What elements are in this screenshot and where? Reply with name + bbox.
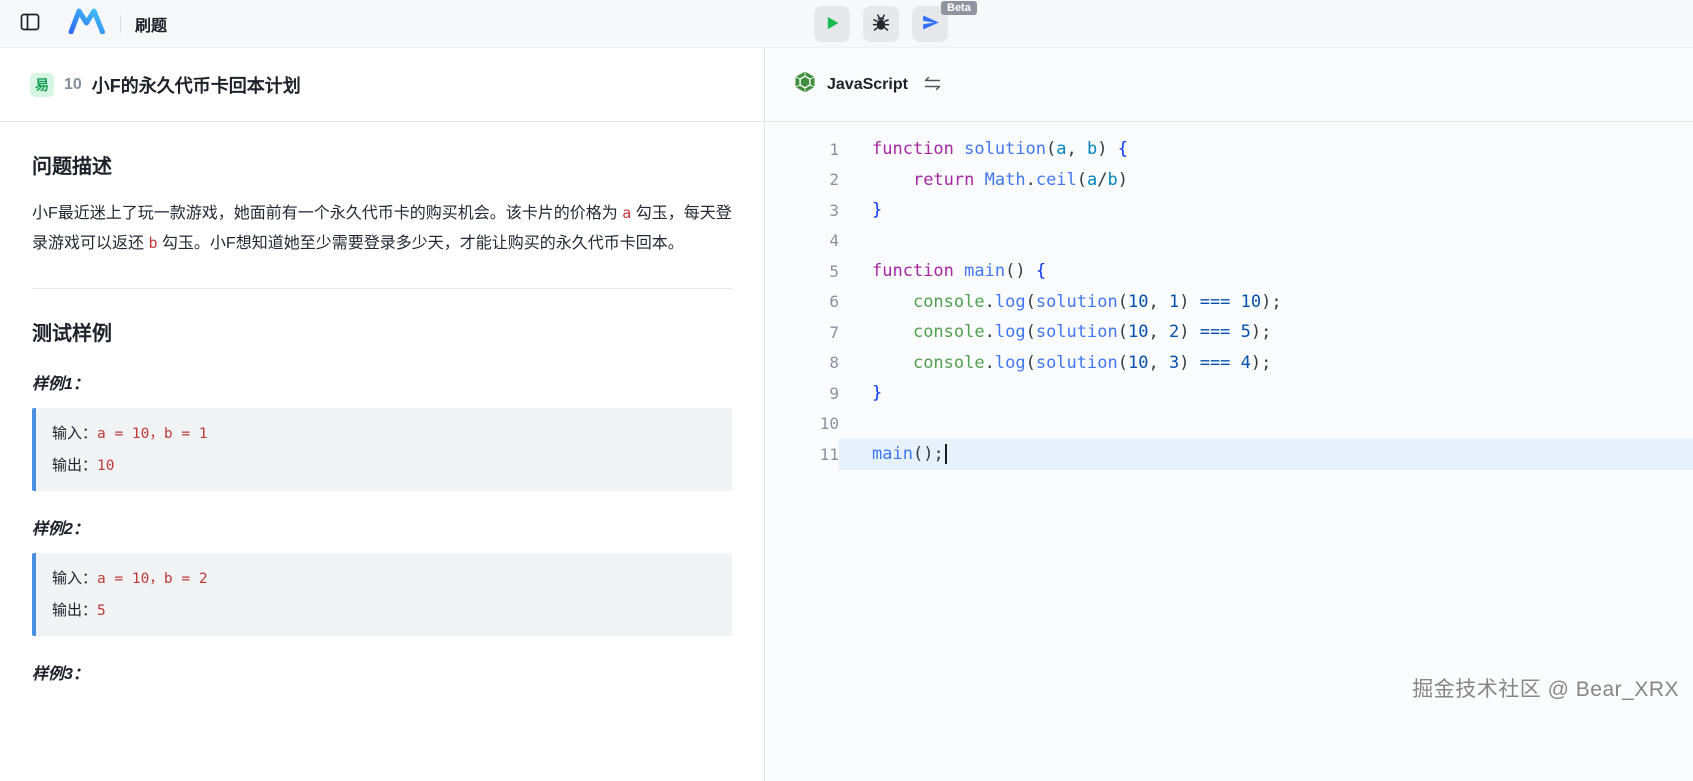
- problem-title: 小F的永久代币卡回本计划: [92, 72, 301, 98]
- code-line[interactable]: 11main();: [765, 439, 1693, 470]
- code-editor[interactable]: 1function solution(a, b) {2 return Math.…: [765, 122, 1693, 470]
- send-icon: [921, 13, 940, 35]
- sample: 样例1： 输入：a = 10，b = 1输出：10: [32, 370, 732, 491]
- sample-label: 样例1：: [32, 370, 732, 394]
- code-text: return Math.ceil(a/b): [839, 165, 1693, 196]
- section-divider: [32, 288, 732, 289]
- editor-panel: JavaScript 1function solution(a, b) {2 r…: [765, 48, 1693, 781]
- code-line[interactable]: 8 console.log(solution(10, 3) === 4);: [765, 348, 1693, 379]
- line-number: 10: [765, 414, 839, 433]
- language-label: JavaScript: [827, 76, 908, 94]
- main-split: 易 10 小F的永久代币卡回本计划 问题描述 小F最近迷上了玩一款游戏，她面前有…: [0, 48, 1693, 781]
- app-logo[interactable]: [68, 8, 106, 39]
- line-number: 7: [765, 323, 839, 342]
- code-line[interactable]: 4: [765, 226, 1693, 257]
- code-text: }: [839, 195, 1693, 226]
- editor-header: JavaScript: [765, 48, 1693, 122]
- code-line[interactable]: 1function solution(a, b) {: [765, 134, 1693, 165]
- samples-heading: 测试样例: [32, 317, 732, 346]
- code-line[interactable]: 2 return Math.ceil(a/b): [765, 165, 1693, 196]
- code-text: [839, 409, 1693, 440]
- code-line[interactable]: 10: [765, 409, 1693, 440]
- code-line[interactable]: 3}: [765, 195, 1693, 226]
- marscode-logo-icon: [68, 8, 106, 39]
- code-text: function solution(a, b) {: [839, 134, 1693, 165]
- sample-code-block: 输入：a = 10，b = 2输出：5: [32, 553, 732, 636]
- beta-badge: Beta: [941, 1, 977, 15]
- run-button[interactable]: [814, 6, 850, 42]
- problem-content[interactable]: 问题描述 小F最近迷上了玩一款游戏，她面前有一个永久代币卡的购买机会。该卡片的价…: [0, 122, 764, 781]
- line-number: 2: [765, 170, 839, 189]
- line-number: 6: [765, 292, 839, 311]
- code-line[interactable]: 6 console.log(solution(10, 1) === 10);: [765, 287, 1693, 318]
- code-text: main();: [839, 439, 1693, 470]
- play-icon: [824, 14, 841, 35]
- code-text: console.log(solution(10, 1) === 10);: [839, 287, 1693, 318]
- sample-row: 输出：10: [52, 450, 716, 482]
- line-number: 11: [765, 445, 839, 464]
- sample-code-block: 输入：a = 10，b = 1输出：10: [32, 408, 732, 491]
- sample: 样例2： 输入：a = 10，b = 2输出：5: [32, 515, 732, 636]
- code-line[interactable]: 5function main() {: [765, 256, 1693, 287]
- description-heading: 问题描述: [32, 150, 732, 179]
- line-number: 5: [765, 262, 839, 281]
- code-text: function main() {: [839, 256, 1693, 287]
- sidebar-toggle-button[interactable]: [14, 8, 46, 40]
- sample-row: 输入：a = 10，b = 1: [52, 418, 716, 450]
- line-number: 8: [765, 353, 839, 372]
- editor-lines: 1function solution(a, b) {2 return Math.…: [765, 134, 1693, 470]
- code-text: [839, 226, 1693, 257]
- app-name: 刷题: [135, 12, 167, 36]
- line-number: 9: [765, 384, 839, 403]
- code-text: }: [839, 378, 1693, 409]
- javascript-icon: [793, 70, 817, 99]
- line-number: 1: [765, 140, 839, 159]
- problem-panel: 易 10 小F的永久代币卡回本计划 问题描述 小F最近迷上了玩一款游戏，她面前有…: [0, 48, 765, 781]
- toolbar-actions: Beta: [814, 6, 948, 42]
- swap-arrows-icon: [924, 76, 941, 94]
- samples-container: 样例1： 输入：a = 10，b = 1输出：10 样例2： 输入：a = 10，b …: [32, 370, 732, 684]
- sample-label: 样例3：: [32, 660, 732, 684]
- line-number: 4: [765, 231, 839, 250]
- topbar-divider: [120, 15, 121, 33]
- bug-icon: [871, 13, 891, 36]
- code-text: console.log(solution(10, 2) === 5);: [839, 317, 1693, 348]
- sample-label: 样例2：: [32, 515, 732, 539]
- app-window: 刷题 Beta: [0, 0, 1693, 781]
- sidebar-toggle-icon: [19, 11, 41, 36]
- problem-id: 10: [64, 76, 82, 94]
- difficulty-badge: 易: [30, 73, 54, 97]
- inline-code: a: [622, 204, 631, 222]
- sample-row: 输入：a = 10，b = 2: [52, 563, 716, 595]
- text-cursor: [945, 444, 947, 464]
- problem-header: 易 10 小F的永久代币卡回本计划: [0, 48, 764, 122]
- watermark: 掘金技术社区 @ Bear_XRX: [1412, 673, 1679, 703]
- language-switch-button[interactable]: [922, 74, 943, 96]
- top-bar: 刷题 Beta: [0, 0, 1693, 48]
- code-text: console.log(solution(10, 3) === 4);: [839, 348, 1693, 379]
- line-number: 3: [765, 201, 839, 220]
- sample-row: 输出：5: [52, 595, 716, 627]
- code-line[interactable]: 7 console.log(solution(10, 2) === 5);: [765, 317, 1693, 348]
- problem-description: 小F最近迷上了玩一款游戏，她面前有一个永久代币卡的购买机会。该卡片的价格为 a …: [32, 199, 732, 258]
- debug-button[interactable]: [863, 6, 899, 42]
- code-line[interactable]: 9}: [765, 378, 1693, 409]
- sample: 样例3：: [32, 660, 732, 684]
